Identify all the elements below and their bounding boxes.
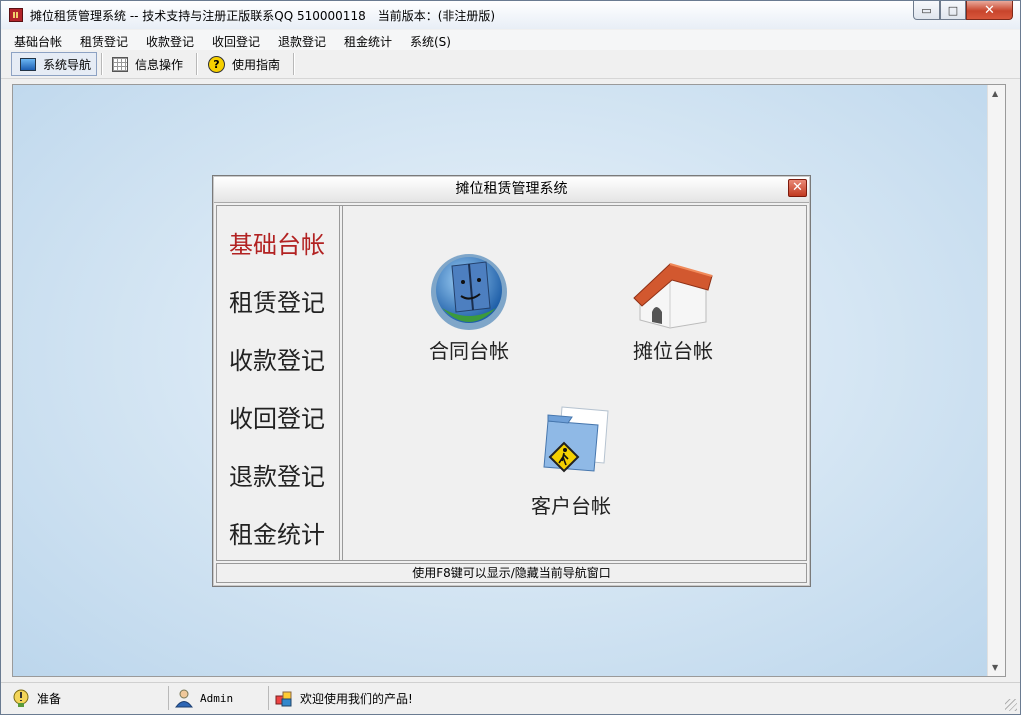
menu-payment-register[interactable]: 收款登记: [146, 33, 194, 50]
feature-contract-ledger-label: 合同台帐: [429, 339, 509, 363]
dialog-sidebar: 基础台帐 租赁登记 收款登记 收回登记 退款登记 租金统计: [217, 206, 343, 560]
info-bulb-icon: [13, 689, 29, 707]
house-icon: [633, 263, 713, 329]
products-icon: [275, 691, 292, 707]
sidebar-item-basic-ledger[interactable]: 基础台帐: [229, 225, 325, 260]
status-user-text: Admin: [200, 691, 234, 705]
dialog-title: 摊位租赁管理系统: [214, 177, 809, 203]
tab-system-navigation[interactable]: 系统导航: [11, 52, 97, 76]
status-ready-text: 准备: [37, 691, 62, 706]
finder-face-icon: [431, 254, 507, 330]
help-icon: ?: [208, 55, 225, 73]
menu-refund-register[interactable]: 退款登记: [278, 33, 326, 50]
close-button[interactable]: ✕: [966, 1, 1013, 20]
menu-lease-register[interactable]: 租赁登记: [80, 33, 128, 50]
status-message-panel: 欢迎使用我们的产品!: [274, 687, 413, 709]
sidebar-item-refund-register[interactable]: 退款登记: [229, 457, 325, 492]
menu-recall-register[interactable]: 收回登记: [212, 33, 260, 50]
close-icon: ✕: [984, 2, 995, 18]
status-message-text: 欢迎使用我们的产品!: [300, 691, 413, 706]
sidebar-item-lease-register[interactable]: 租赁登记: [229, 283, 325, 318]
dialog-body: 基础台帐 租赁登记 收款登记 收回登记 退款登记 租金统计 合同台帐 摊位台帐 …: [216, 205, 807, 561]
toolbar: 系统导航 信息操作 ? 使用指南: [1, 50, 1020, 79]
dialog-close-button[interactable]: ✕: [788, 179, 807, 197]
feature-contract-ledger[interactable]: 合同台帐: [417, 248, 521, 364]
status-user-panel: Admin: [174, 687, 233, 709]
status-ready-panel: 准备: [11, 687, 61, 709]
window-title: 摊位租赁管理系统 -- 技术支持与注册正版联系QQ 510000118 当前版本…: [30, 9, 496, 23]
dialog-hint: 使用F8键可以显示/隐藏当前导航窗口: [216, 563, 807, 583]
folder-pedestrian-icon: [543, 406, 609, 473]
menu-bar: 基础台帐 租赁登记 收款登记 收回登记 退款登记 租金统计 系统(S): [1, 30, 1020, 50]
title-bar: 摊位租赁管理系统 -- 技术支持与注册正版联系QQ 510000118 当前版本…: [1, 1, 1020, 29]
dialog-close-icon: ✕: [792, 180, 803, 195]
menu-rent-statistics[interactable]: 租金统计: [344, 33, 392, 50]
grid-icon: [112, 56, 128, 72]
feature-stall-ledger-label: 摊位台帐: [633, 339, 713, 363]
minimize-button[interactable]: ▭: [913, 1, 940, 20]
feature-customer-ledger[interactable]: 客户台帐: [519, 401, 623, 519]
menu-basic-ledger[interactable]: 基础台帐: [14, 33, 62, 50]
tab-user-guide[interactable]: ? 使用指南: [208, 52, 280, 76]
feature-customer-ledger-label: 客户台帐: [531, 494, 611, 518]
tab-info-operation[interactable]: 信息操作: [112, 52, 183, 76]
resize-grip[interactable]: [1005, 699, 1017, 711]
monitor-icon: [20, 57, 36, 71]
tab-user-guide-label: 使用指南: [232, 57, 281, 72]
maximize-button[interactable]: □: [940, 1, 966, 20]
status-bar: 准备 Admin 欢迎使用我们的产品!: [1, 682, 1020, 714]
tab-info-operation-label: 信息操作: [135, 57, 184, 72]
tab-system-navigation-label: 系统导航: [43, 57, 92, 72]
maximize-icon: □: [947, 3, 959, 17]
app-icon: [9, 8, 23, 22]
scroll-down-icon[interactable]: ▼: [992, 663, 998, 672]
feature-stall-ledger[interactable]: 摊位台帐: [621, 256, 725, 364]
vertical-scrollbar[interactable]: ▲ ▼: [987, 85, 1005, 676]
sidebar-item-rent-statistics[interactable]: 租金统计: [229, 515, 325, 550]
scroll-up-icon[interactable]: ▲: [992, 89, 998, 98]
user-icon: [175, 689, 193, 708]
navigation-dialog: 摊位租赁管理系统 ✕ 基础台帐 租赁登记 收款登记 收回登记 退款登记 租金统计: [212, 175, 811, 587]
app-window: 摊位租赁管理系统 -- 技术支持与注册正版联系QQ 510000118 当前版本…: [0, 0, 1021, 715]
sidebar-item-recall-register[interactable]: 收回登记: [229, 399, 325, 434]
menu-system[interactable]: 系统(S): [410, 33, 451, 50]
sidebar-item-payment-register[interactable]: 收款登记: [229, 341, 325, 376]
minimize-icon: ▭: [921, 3, 932, 17]
